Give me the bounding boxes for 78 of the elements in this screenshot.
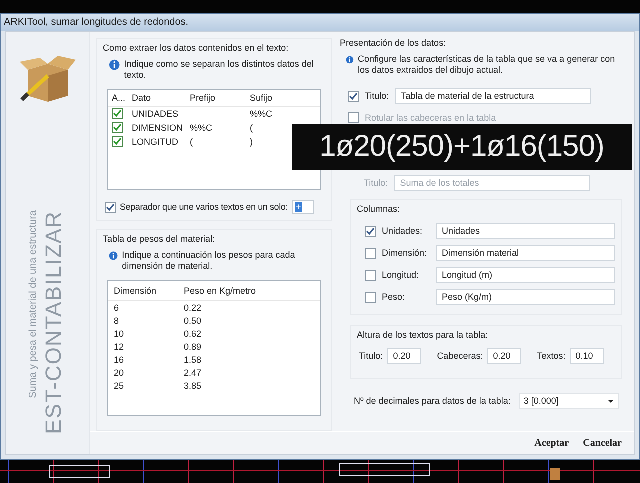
table-cell-text: 12 (113, 342, 126, 352)
checkbox[interactable] (365, 226, 376, 236)
checkbox[interactable] (348, 90, 359, 102)
table-cell-text: 10 (113, 328, 126, 338)
list-cell-text: ( (250, 123, 254, 133)
height-field[interactable]: 0.10 (570, 348, 604, 364)
checkbox[interactable] (365, 270, 376, 280)
checkbox[interactable] (112, 108, 123, 119)
column-header[interactable]: Dimensión (108, 286, 184, 296)
decimals-dropdown[interactable]: 3 [0.000] (518, 393, 619, 409)
product-title: EST-CONTABILIZAR (41, 210, 67, 434)
table-cell-text: 8 (113, 316, 120, 326)
title-field[interactable]: Tabla de material de la estructura (395, 88, 592, 104)
checkbox-label: Longitud: (382, 270, 420, 280)
info-icon (109, 250, 118, 262)
list-cell-text: ) (250, 137, 254, 147)
height-field[interactable]: 0.20 (387, 348, 422, 364)
window-title: ARKITool, sumar longitudes de redondos. (4, 17, 189, 28)
checkbox[interactable] (112, 136, 123, 147)
checkbox[interactable] (112, 122, 123, 133)
list-cell-text: ( (190, 137, 194, 147)
table-cell-text: 6 (113, 302, 120, 312)
column-name-field[interactable]: Unidades (436, 223, 615, 239)
checkbox-label: Separador que une varios textos en un solo: (120, 202, 288, 212)
table-cell-text: 25 (113, 380, 126, 390)
group-heading: Columnas: (357, 204, 402, 214)
group-heading: Tabla de pesos del material: (103, 234, 216, 244)
checkbox-label: Dimensión: (382, 248, 428, 258)
height-field[interactable]: 0.20 (487, 348, 522, 364)
column-header[interactable]: Prefijo (190, 93, 250, 103)
checkbox-label: Rotular las cabeceras en la tabla (365, 112, 496, 122)
checkbox-label: Titulo: (365, 91, 390, 101)
table-cell-text: 0.89 (184, 342, 203, 352)
info-icon (109, 59, 120, 71)
table-cell-text: 0.22 (184, 302, 203, 312)
info-icon (346, 54, 354, 66)
column-header[interactable]: Sufijo (250, 93, 320, 103)
field-label: Cabeceras: (437, 351, 484, 361)
group-heading: Presentación de los datos: (340, 38, 448, 48)
table-cell-text: 3.85 (184, 380, 203, 390)
list-cell-text: DIMENSION (132, 123, 184, 133)
field-label: Titulo: (364, 178, 388, 188)
column-header[interactable]: Peso en Kg/metro (184, 286, 320, 296)
dialog-button[interactable]: Cancelar (581, 436, 624, 451)
list-cell-text: LONGITUD (132, 137, 180, 147)
dialog-button[interactable]: Aceptar (532, 436, 572, 451)
separator-field[interactable]: + (292, 200, 314, 214)
column-name-field[interactable]: Peso (Kg/m) (436, 289, 615, 305)
column-name-field[interactable]: Longitud (m) (436, 267, 615, 283)
table-cell-text: 16 (113, 354, 126, 364)
table-cell-text: 1.58 (184, 354, 203, 364)
table-cell-text: 2.47 (184, 368, 203, 378)
field-label: Nº de decimales para datos de la tabla: (354, 396, 511, 406)
field-label: Textos: (537, 351, 566, 361)
checkbox-label: Unidades: (382, 226, 424, 236)
table-cell-text: 0.62 (184, 328, 203, 338)
product-subtitle: Suma y pesa el material de una estructura (28, 210, 39, 398)
field-label: Titulo: (359, 351, 384, 361)
group-heading: Como extraer los datos contenidos en el texto: (103, 43, 290, 53)
list-cell-text: %%C (250, 109, 274, 119)
group-heading: Altura de los textos para la tabla: (357, 330, 490, 340)
column-header[interactable]: Dato (132, 93, 190, 103)
info-text: Configure las características de la tabla que se va a generar con los datos extraidos del dibujo actual. (358, 54, 616, 76)
column-header[interactable]: A... (108, 93, 132, 103)
checkbox-label: Peso: (382, 292, 406, 302)
table-cell-text: 20 (113, 368, 126, 378)
checkbox[interactable] (348, 112, 359, 123)
overlay-caption: 1ø20(250)+1ø16(150) (292, 124, 632, 170)
column-name-field[interactable]: Dimensión material (436, 245, 615, 261)
info-text: Indique a continuación los pesos para cada dimensión de material. (122, 250, 296, 272)
checkbox[interactable] (365, 292, 376, 302)
checkbox[interactable] (105, 202, 116, 212)
list-cell-text: UNIDADES (132, 109, 180, 119)
table-cell-text: 0.50 (184, 316, 203, 326)
list-cell-text: %%C (190, 123, 214, 133)
dropdown-arrow-icon (608, 400, 614, 402)
checkbox[interactable] (365, 248, 376, 258)
info-text: Indique como se separan los distintos datos del texto. (124, 59, 315, 81)
